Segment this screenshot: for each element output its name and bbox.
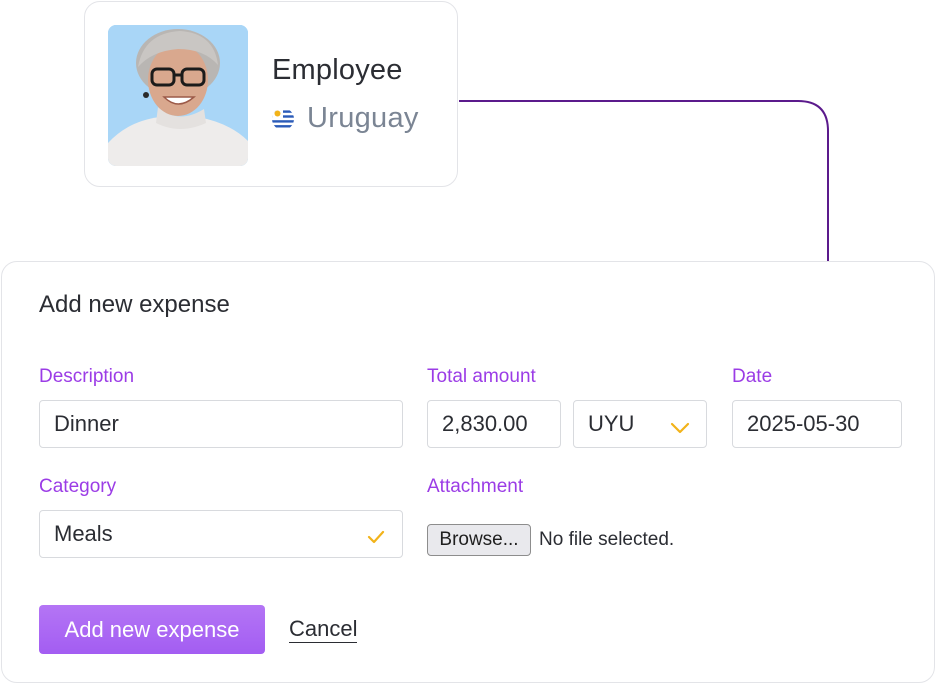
attachment-status: No file selected. <box>539 529 675 550</box>
date-input[interactable]: 2025-05-30 <box>732 400 902 448</box>
employee-role: Employee <box>272 54 403 86</box>
description-label: Description <box>39 366 135 387</box>
expense-stage: Employee Uruguay Add new expense Descrip… <box>0 0 936 684</box>
total-amount-value: 2,830.00 <box>442 411 528 436</box>
checkmark-icon <box>366 525 386 551</box>
cancel-button[interactable]: Cancel <box>289 617 358 643</box>
date-label: Date <box>732 366 773 387</box>
total-amount-input[interactable]: 2,830.00 <box>427 400 561 448</box>
date-value: 2025-05-30 <box>747 411 860 436</box>
browse-button[interactable]: Browse... <box>427 524 531 556</box>
total-amount-label: Total amount <box>427 366 536 387</box>
category-label: Category <box>39 476 117 497</box>
employee-card: Employee Uruguay <box>84 1 458 187</box>
currency-value: UYU <box>588 411 635 436</box>
attachment-label: Attachment <box>427 476 524 497</box>
description-value: Dinner <box>54 411 119 436</box>
employee-country-label: Uruguay <box>307 102 419 134</box>
description-input[interactable]: Dinner <box>39 400 403 448</box>
employee-country: Uruguay <box>272 102 419 135</box>
uruguay-flag-icon <box>272 107 294 130</box>
form-title: Add new expense <box>39 291 230 318</box>
avatar <box>108 25 248 166</box>
category-select[interactable]: Meals <box>39 510 403 558</box>
category-value: Meals <box>54 521 113 546</box>
chevron-down-icon <box>670 415 690 441</box>
add-expense-button[interactable]: Add new expense <box>39 605 265 654</box>
add-expense-form: Add new expense Description Dinner Total… <box>1 261 935 683</box>
currency-select[interactable]: UYU <box>573 400 707 448</box>
